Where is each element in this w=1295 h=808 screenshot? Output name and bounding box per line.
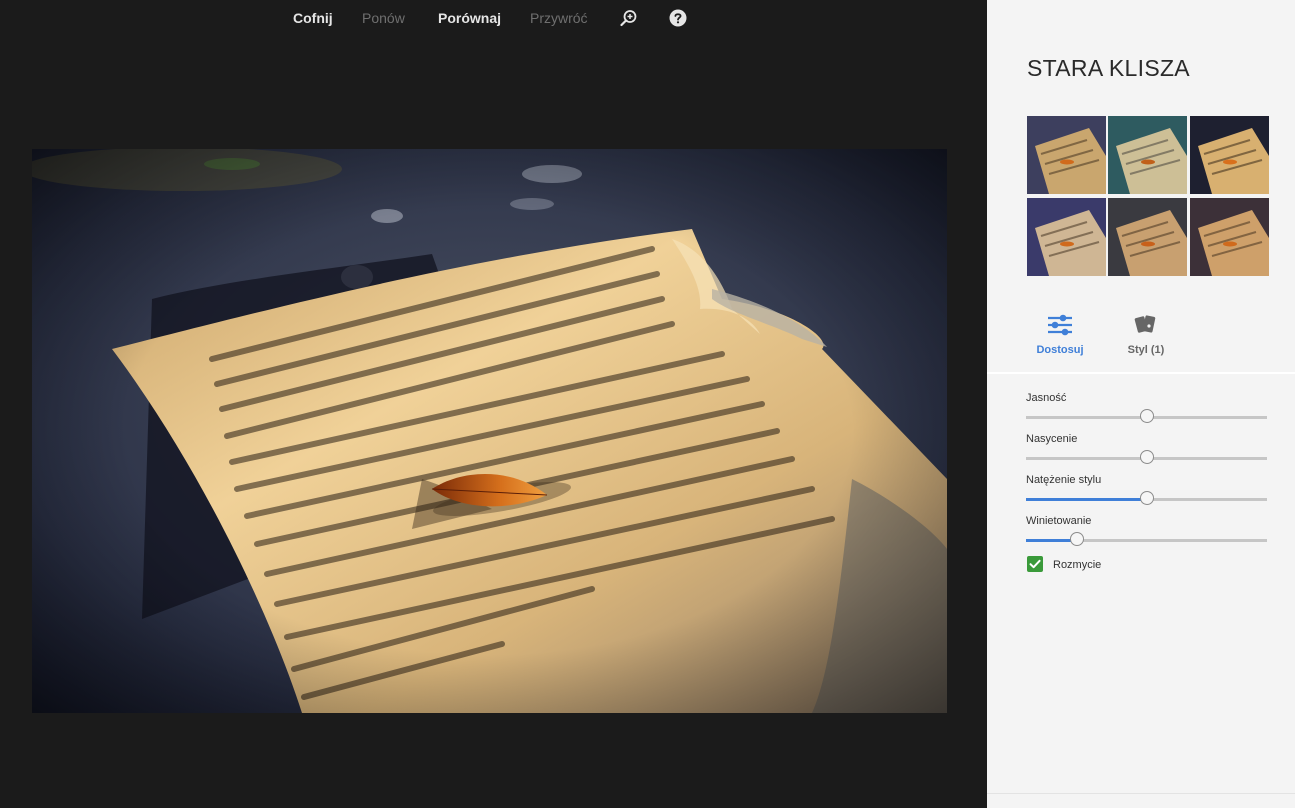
- slider-brightness: Jasność: [1026, 392, 1267, 423]
- blur-label: Rozmycie: [1053, 559, 1102, 571]
- style-thumbnail[interactable]: [1108, 116, 1187, 194]
- image-stage: Cofnij Ponów Porównaj Przywróć: [0, 0, 987, 808]
- compare-button[interactable]: Porównaj: [438, 10, 501, 26]
- slider-label: Winietowanie: [1026, 515, 1092, 527]
- tab-adjust-label: Dostosuj: [1036, 344, 1084, 356]
- slider-handle[interactable]: [1139, 491, 1154, 505]
- style-thumbnail[interactable]: [1190, 198, 1269, 276]
- tab-style[interactable]: Styl (1): [1111, 314, 1181, 356]
- slider-label: Natężenie stylu: [1026, 474, 1102, 486]
- toolbar: Cofnij Ponów Porównaj Przywróć: [0, 0, 987, 36]
- panel-title: STARA KLISZA: [1027, 55, 1190, 81]
- blur-checkbox[interactable]: [1027, 556, 1043, 572]
- style-thumbnail[interactable]: [1027, 116, 1106, 194]
- slider-fill: [1026, 498, 1147, 501]
- slider-handle[interactable]: [1139, 450, 1154, 464]
- sliders-icon: [1048, 314, 1072, 336]
- style-thumbnails: [1027, 116, 1269, 277]
- restore-button[interactable]: Przywróć: [530, 10, 588, 26]
- slider-track[interactable]: [1026, 409, 1267, 423]
- slider-style-strength: Natężenie stylu: [1026, 474, 1267, 505]
- tab-style-label: Styl (1): [1127, 344, 1165, 356]
- tab-adjust[interactable]: Dostosuj: [1025, 314, 1095, 356]
- slider-label: Jasność: [1026, 392, 1067, 404]
- slider-track[interactable]: [1026, 532, 1267, 546]
- slider-saturation: Nasycenie: [1026, 433, 1267, 464]
- photo-canvas: [32, 149, 947, 713]
- slider-handle[interactable]: [1139, 409, 1154, 423]
- style-thumbnail[interactable]: [1190, 116, 1269, 194]
- slider-track[interactable]: [1026, 491, 1267, 505]
- help-icon[interactable]: [669, 9, 687, 27]
- slider-label: Nasycenie: [1026, 433, 1078, 445]
- slider-vignette: Winietowanie: [1026, 515, 1267, 546]
- redo-button[interactable]: Ponów: [362, 10, 405, 26]
- checkmark-icon: [1029, 559, 1041, 569]
- slider-track[interactable]: [1026, 450, 1267, 464]
- style-thumbnail[interactable]: [1108, 198, 1187, 276]
- edit-panel: STARA KLISZA Dostosuj Styl (1) Jasność N…: [987, 0, 1295, 808]
- style-thumbnail[interactable]: [1027, 198, 1106, 276]
- panel-divider: [987, 793, 1295, 794]
- undo-button[interactable]: Cofnij: [293, 10, 333, 26]
- slider-handle[interactable]: [1069, 532, 1084, 546]
- zoom-in-icon[interactable]: [620, 9, 638, 27]
- cards-icon: [1134, 315, 1156, 333]
- tab-divider: [987, 372, 1295, 374]
